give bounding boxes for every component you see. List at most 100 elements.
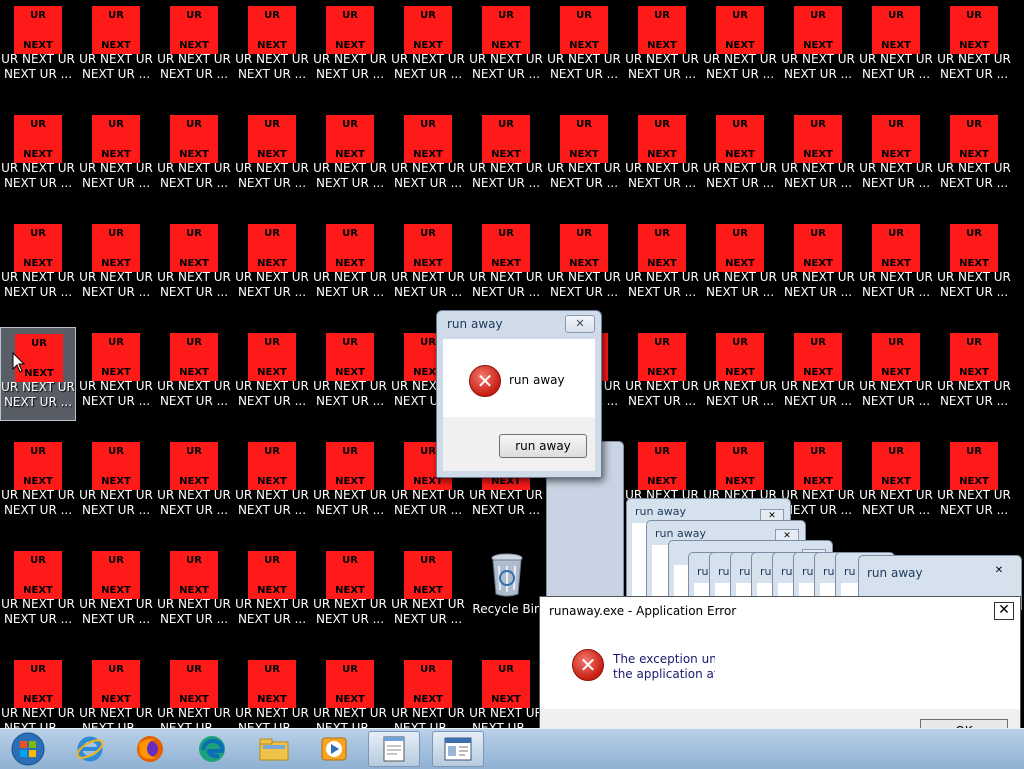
- desktop-shortcut-ur-next[interactable]: URNEXTUR NEXT UR NEXT UR ...: [78, 327, 154, 421]
- application-error-dialog[interactable]: runaway.exe - Application Error ✕ ✕ The …: [539, 596, 1021, 728]
- desktop-shortcut-ur-next[interactable]: URNEXTUR NEXT UR NEXT UR ...: [156, 654, 232, 728]
- desktop-shortcut-ur-next[interactable]: URNEXTUR NEXT UR NEXT UR ...: [858, 218, 934, 312]
- desktop-shortcut-ur-next[interactable]: URNEXTUR NEXT UR NEXT UR ...: [702, 218, 778, 312]
- app-window-icon[interactable]: [432, 731, 484, 767]
- runaway-dialog-close-button[interactable]: ✕: [565, 315, 595, 333]
- desktop-shortcut-ur-next[interactable]: URNEXTUR NEXT UR NEXT UR ...: [780, 0, 856, 94]
- desktop-shortcut-ur-next[interactable]: URNEXTUR NEXT UR NEXT UR ...: [546, 218, 622, 312]
- ur-next-icon: UR NEXT: [170, 6, 218, 54]
- desktop-shortcut-ur-next[interactable]: URNEXTUR NEXT UR NEXT UR ...: [312, 0, 388, 94]
- desktop-shortcut-ur-next[interactable]: URNEXTUR NEXT UR NEXT UR ...: [0, 0, 76, 94]
- desktop-shortcut-ur-next[interactable]: URNEXTUR NEXT UR NEXT UR ...: [156, 218, 232, 312]
- desktop-shortcut-ur-next[interactable]: URNEXTUR NEXT UR NEXT UR ...: [858, 109, 934, 203]
- desktop-shortcut-ur-next[interactable]: URNEXTUR NEXT UR NEXT UR ...: [0, 218, 76, 312]
- edge-icon[interactable]: [186, 731, 238, 767]
- ur-next-icon: UR NEXT: [14, 551, 62, 599]
- recycle-bin-shortcut[interactable]: Recycle Bin: [469, 550, 545, 644]
- desktop-shortcut-ur-next[interactable]: URNEXTUR NEXT UR NEXT UR ...: [0, 109, 76, 203]
- desktop-shortcut-ur-next[interactable]: URNEXTUR NEXT UR NEXT UR ...: [234, 0, 310, 94]
- desktop-shortcut-ur-next[interactable]: URNEXTUR NEXT UR NEXT UR ...: [624, 109, 700, 203]
- desktop-shortcut-ur-next[interactable]: URNEXTUR NEXT UR NEXT UR ...: [156, 545, 232, 639]
- desktop-shortcut-ur-next[interactable]: URNEXTUR NEXT UR NEXT UR ...: [0, 436, 76, 530]
- desktop-shortcut-ur-next[interactable]: URNEXTUR NEXT UR NEXT UR ...: [390, 0, 466, 94]
- desktop-shortcut-ur-next[interactable]: URNEXTUR NEXT UR NEXT UR ...: [936, 109, 1012, 203]
- desktop-shortcut-ur-next[interactable]: URNEXTUR NEXT UR NEXT UR ...: [0, 327, 76, 421]
- desktop-shortcut-ur-next[interactable]: URNEXTUR NEXT UR NEXT UR ...: [780, 218, 856, 312]
- desktop-shortcut-ur-next[interactable]: URNEXTUR NEXT UR NEXT UR ...: [858, 0, 934, 94]
- desktop-shortcut-ur-next[interactable]: URNEXTUR NEXT UR NEXT UR ...: [936, 436, 1012, 530]
- ur-next-icon: UR NEXT: [872, 115, 920, 163]
- desktop-shortcut-ur-next[interactable]: URNEXTUR NEXT UR NEXT UR ...: [390, 545, 466, 639]
- desktop-shortcut-ur-next[interactable]: URNEXTUR NEXT UR NEXT UR ...: [780, 109, 856, 203]
- desktop-shortcut-ur-next[interactable]: URNEXTUR NEXT UR NEXT UR ...: [234, 654, 310, 728]
- desktop-shortcut-ur-next[interactable]: URNEXTUR NEXT UR NEXT UR ...: [390, 109, 466, 203]
- desktop-shortcut-ur-next[interactable]: URNEXTUR NEXT UR NEXT UR ...: [624, 218, 700, 312]
- icon-top-text: UR: [810, 10, 826, 21]
- desktop-shortcut-ur-next[interactable]: URNEXTUR NEXT UR NEXT UR ...: [0, 545, 76, 639]
- desktop-shortcut-ur-next[interactable]: URNEXTUR NEXT UR NEXT UR ...: [546, 109, 622, 203]
- desktop-shortcut-ur-next[interactable]: URNEXTUR NEXT UR NEXT UR ...: [468, 654, 544, 728]
- desktop-shortcut-ur-next[interactable]: URNEXTUR NEXT UR NEXT UR ...: [468, 0, 544, 94]
- desktop-shortcut-ur-next[interactable]: URNEXTUR NEXT UR NEXT UR ...: [234, 545, 310, 639]
- icon-top-text: UR: [264, 555, 280, 566]
- runaway-window-front-close-button[interactable]: ✕: [985, 564, 1013, 578]
- ur-next-icon: UR NEXT: [716, 115, 764, 163]
- notepad-window-icon[interactable]: [368, 731, 420, 767]
- desktop-shortcut-ur-next[interactable]: URNEXTUR NEXT UR NEXT UR ...: [312, 654, 388, 728]
- desktop-shortcut-ur-next[interactable]: URNEXTUR NEXT UR NEXT UR ...: [78, 654, 154, 728]
- desktop-shortcut-ur-next[interactable]: URNEXTUR NEXT UR NEXT UR ...: [156, 109, 232, 203]
- desktop-shortcut-ur-next[interactable]: URNEXTUR NEXT UR NEXT UR ...: [78, 0, 154, 94]
- desktop-shortcut-ur-next[interactable]: URNEXTUR NEXT UR NEXT UR ...: [234, 436, 310, 530]
- desktop-shortcut-ur-next[interactable]: URNEXTUR NEXT UR NEXT UR ...: [312, 327, 388, 421]
- ur-next-icon: UR NEXT: [794, 6, 842, 54]
- desktop-shortcut-ur-next[interactable]: URNEXTUR NEXT UR NEXT UR ...: [78, 436, 154, 530]
- desktop-shortcut-ur-next[interactable]: URNEXTUR NEXT UR NEXT UR ...: [78, 218, 154, 312]
- desktop-shortcut-ur-next[interactable]: URNEXTUR NEXT UR NEXT UR ...: [312, 545, 388, 639]
- file-explorer-icon[interactable]: [248, 731, 300, 767]
- desktop-shortcut-ur-next[interactable]: URNEXTUR NEXT UR NEXT UR ...: [468, 109, 544, 203]
- start-button[interactable]: [2, 731, 54, 767]
- desktop-shortcut-ur-next[interactable]: URNEXTUR NEXT UR NEXT UR ...: [624, 327, 700, 421]
- desktop-shortcut-ur-next[interactable]: URNEXTUR NEXT UR NEXT UR ...: [858, 436, 934, 530]
- desktop-shortcut-ur-next[interactable]: URNEXTUR NEXT UR NEXT UR ...: [234, 218, 310, 312]
- icon-bottom-text: NEXT: [881, 40, 911, 51]
- firefox-icon[interactable]: [124, 731, 176, 767]
- icon-bottom-text: NEXT: [881, 476, 911, 487]
- icon-top-text: UR: [30, 446, 46, 457]
- icon-top-text: UR: [732, 337, 748, 348]
- desktop-shortcut-ur-next[interactable]: URNEXTUR NEXT UR NEXT UR ...: [780, 436, 856, 530]
- desktop-shortcut-ur-next[interactable]: URNEXTUR NEXT UR NEXT UR ...: [0, 654, 76, 728]
- desktop-shortcut-ur-next[interactable]: URNEXTUR NEXT UR NEXT UR ...: [702, 0, 778, 94]
- icon-top-text: UR: [888, 337, 904, 348]
- desktop-shortcut-ur-next[interactable]: URNEXTUR NEXT UR NEXT UR ...: [624, 0, 700, 94]
- ok-button[interactable]: OK: [920, 719, 1008, 728]
- desktop-shortcut-ur-next[interactable]: URNEXTUR NEXT UR NEXT UR ...: [390, 218, 466, 312]
- media-player-icon[interactable]: [308, 731, 360, 767]
- desktop-shortcut-ur-next[interactable]: URNEXTUR NEXT UR NEXT UR ...: [936, 218, 1012, 312]
- desktop-shortcut-ur-next[interactable]: URNEXTUR NEXT UR NEXT UR ...: [234, 327, 310, 421]
- desktop-shortcut-ur-next[interactable]: URNEXTUR NEXT UR NEXT UR ...: [936, 0, 1012, 94]
- desktop-shortcut-ur-next[interactable]: URNEXTUR NEXT UR NEXT UR ...: [156, 436, 232, 530]
- runaway-dialog-button[interactable]: run away: [499, 434, 587, 458]
- desktop-shortcut-ur-next[interactable]: URNEXTUR NEXT UR NEXT UR ...: [390, 654, 466, 728]
- desktop-shortcut-ur-next[interactable]: URNEXTUR NEXT UR NEXT UR ...: [78, 109, 154, 203]
- desktop-shortcut-ur-next[interactable]: URNEXTUR NEXT UR NEXT UR ...: [312, 109, 388, 203]
- desktop-shortcut-ur-next[interactable]: URNEXTUR NEXT UR NEXT UR ...: [78, 545, 154, 639]
- desktop-shortcut-ur-next[interactable]: URNEXTUR NEXT UR NEXT UR ...: [312, 436, 388, 530]
- desktop-shortcut-ur-next[interactable]: URNEXTUR NEXT UR NEXT UR ...: [234, 109, 310, 203]
- desktop-shortcut-ur-next[interactable]: URNEXTUR NEXT UR NEXT UR ...: [858, 327, 934, 421]
- desktop-shortcut-ur-next[interactable]: URNEXTUR NEXT UR NEXT UR ...: [936, 327, 1012, 421]
- desktop-shortcut-ur-next[interactable]: URNEXTUR NEXT UR NEXT UR ...: [780, 327, 856, 421]
- application-error-close-button[interactable]: ✕: [994, 602, 1014, 620]
- desktop-shortcut-ur-next[interactable]: URNEXTUR NEXT UR NEXT UR ...: [312, 218, 388, 312]
- desktop-shortcut-label: UR NEXT UR NEXT UR ...: [235, 379, 309, 408]
- desktop-shortcut-ur-next[interactable]: URNEXTUR NEXT UR NEXT UR ...: [468, 218, 544, 312]
- desktop-shortcut-ur-next[interactable]: URNEXTUR NEXT UR NEXT UR ...: [702, 109, 778, 203]
- desktop-shortcut-ur-next[interactable]: URNEXTUR NEXT UR NEXT UR ...: [546, 0, 622, 94]
- internet-explorer-icon[interactable]: [64, 731, 116, 767]
- icon-top-text: UR: [576, 228, 592, 239]
- desktop-shortcut-ur-next[interactable]: URNEXTUR NEXT UR NEXT UR ...: [156, 0, 232, 94]
- runaway-dialog[interactable]: run away ✕ ✕ run away run away: [436, 310, 602, 478]
- desktop-shortcut-ur-next[interactable]: URNEXTUR NEXT UR NEXT UR ...: [702, 327, 778, 421]
- desktop-shortcut-ur-next[interactable]: URNEXTUR NEXT UR NEXT UR ...: [156, 327, 232, 421]
